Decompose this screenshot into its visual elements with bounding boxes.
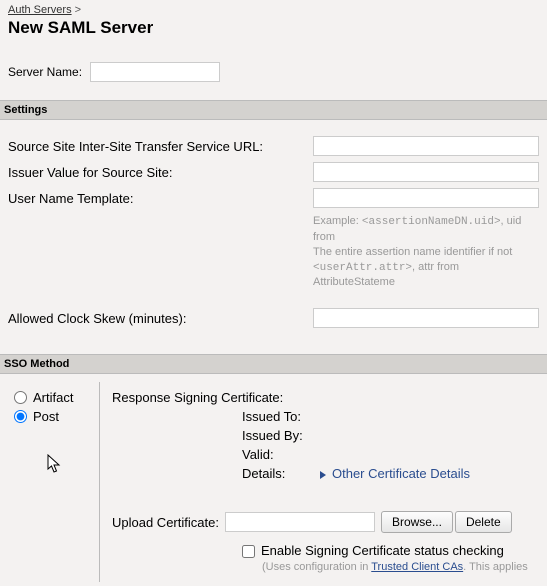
delete-button[interactable]: Delete bbox=[455, 511, 512, 533]
clock-skew-input[interactable] bbox=[313, 308, 539, 328]
details-label: Details: bbox=[242, 466, 320, 481]
section-sso: SSO Method bbox=[0, 354, 547, 374]
clock-skew-label: Allowed Clock Skew (minutes): bbox=[8, 311, 313, 326]
issued-by: Issued By: bbox=[242, 428, 539, 443]
upload-cert-input[interactable] bbox=[225, 512, 375, 532]
enable-status-checkbox[interactable] bbox=[242, 545, 255, 558]
enable-status-note: (Uses configuration in Trusted Client CA… bbox=[262, 560, 539, 575]
upload-cert-label: Upload Certificate: bbox=[112, 515, 219, 530]
username-template-input[interactable] bbox=[313, 188, 539, 208]
radio-post[interactable] bbox=[14, 410, 27, 423]
server-name-label: Server Name: bbox=[8, 65, 90, 79]
issuer-label: Issuer Value for Source Site: bbox=[8, 165, 313, 180]
radio-artifact[interactable] bbox=[14, 391, 27, 404]
breadcrumb-sep: > bbox=[75, 4, 81, 16]
issuer-input[interactable] bbox=[313, 162, 539, 182]
section-settings: Settings bbox=[0, 100, 547, 120]
username-example: Example: <assertionNameDN.uid>, uid from… bbox=[313, 214, 539, 290]
browse-button[interactable]: Browse... bbox=[381, 511, 453, 533]
username-label: User Name Template: bbox=[8, 191, 313, 206]
source-url-input[interactable] bbox=[313, 136, 539, 156]
source-url-label: Source Site Inter-Site Transfer Service … bbox=[8, 139, 313, 154]
breadcrumb: Auth Servers > bbox=[8, 4, 539, 16]
trusted-client-cas-link[interactable]: Trusted Client CAs bbox=[371, 561, 463, 573]
other-cert-details-link[interactable]: Other Certificate Details bbox=[320, 466, 470, 481]
radio-artifact-label: Artifact bbox=[33, 390, 73, 405]
triangle-right-icon bbox=[320, 471, 326, 479]
breadcrumb-link[interactable]: Auth Servers bbox=[8, 4, 72, 16]
response-cert-label: Response Signing Certificate: bbox=[112, 390, 539, 405]
issued-to: Issued To: bbox=[242, 409, 539, 424]
valid: Valid: bbox=[242, 447, 539, 462]
sso-method-radios: Artifact Post bbox=[8, 382, 100, 582]
page-title: New SAML Server bbox=[8, 18, 539, 38]
radio-post-label: Post bbox=[33, 409, 59, 424]
server-name-input[interactable] bbox=[90, 62, 220, 82]
